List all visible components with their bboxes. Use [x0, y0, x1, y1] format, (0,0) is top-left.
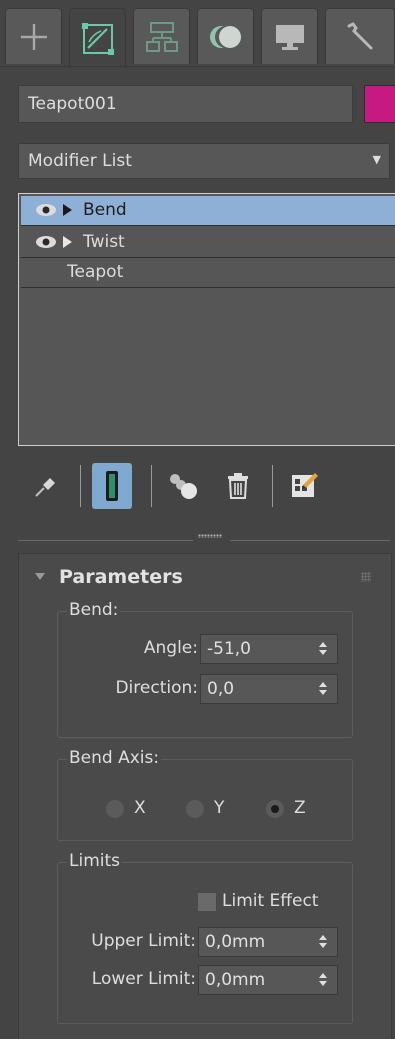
- direction-value: 0,0: [207, 679, 235, 699]
- angle-label: Angle:: [143, 638, 198, 658]
- configure-modifier-sets-button[interactable]: [284, 463, 324, 509]
- chevron-down-icon: ▼: [372, 153, 381, 166]
- bend-group: Bend: Angle: -51,0 Direction: 0,0: [57, 600, 353, 738]
- direction-label: Direction:: [115, 678, 198, 698]
- modify-icon: [81, 22, 114, 55]
- panel-divider-left: [18, 540, 193, 541]
- radio-z[interactable]: [266, 800, 284, 818]
- bend-group-label: Bend:: [67, 600, 121, 620]
- remove-modifier-button[interactable]: [218, 463, 258, 509]
- limits-label: Limits: [67, 851, 122, 871]
- pin-stack-button[interactable]: [28, 463, 64, 509]
- limit-effect-checkbox[interactable]: [198, 893, 216, 911]
- make-unique-icon: [170, 474, 197, 499]
- hierarchy-icon: [145, 21, 178, 52]
- toolbar-separator: [151, 465, 152, 507]
- direction-spinner[interactable]: 0,0: [200, 674, 338, 704]
- angle-value: -51,0: [207, 639, 251, 659]
- stack-item-teapot[interactable]: Teapot: [21, 258, 395, 288]
- lower-limit-spinner[interactable]: 0,0mm: [198, 965, 338, 995]
- radio-y[interactable]: [186, 800, 204, 818]
- angle-spinner[interactable]: -51,0: [200, 634, 338, 664]
- stack-item-label: Teapot: [67, 262, 124, 282]
- make-unique-button[interactable]: [163, 463, 203, 509]
- tab-bar-baseline: [0, 66, 395, 67]
- tab-motion[interactable]: [197, 8, 254, 64]
- bend-axis-label: Bend Axis:: [67, 748, 162, 768]
- radio-x-label[interactable]: X: [134, 798, 146, 818]
- modifier-list-dropdown[interactable]: Modifier List ▼: [18, 143, 390, 179]
- pin-stack-icon: [35, 478, 55, 497]
- radio-x[interactable]: [106, 800, 124, 818]
- upper-limit-spinner[interactable]: 0,0mm: [198, 927, 338, 957]
- object-name-field[interactable]: Teapot001: [18, 85, 353, 123]
- show-end-result-icon: [106, 471, 118, 501]
- panel-divider-right: [230, 540, 390, 541]
- show-end-result-button[interactable]: [92, 463, 132, 509]
- spinner-arrows-icon[interactable]: [319, 680, 327, 698]
- grip-icon[interactable]: [361, 572, 371, 582]
- tab-create[interactable]: [5, 8, 62, 64]
- wrench-icon: [347, 21, 373, 49]
- rollout-collapse-icon[interactable]: [35, 573, 45, 580]
- resize-grip[interactable]: [198, 534, 222, 538]
- expand-triangle-icon[interactable]: [63, 204, 72, 216]
- spinner-arrows-icon[interactable]: [319, 971, 327, 989]
- lower-limit-value: 0,0mm: [205, 970, 266, 990]
- stack-item-twist[interactable]: Twist: [21, 228, 395, 258]
- radio-z-label[interactable]: Z: [294, 798, 306, 818]
- tab-hierarchy[interactable]: [133, 8, 190, 64]
- eye-icon[interactable]: [35, 234, 57, 250]
- plus-icon: [20, 23, 47, 50]
- limits-group: Limits Limit Effect Upper Limit: 0,0mm L…: [57, 851, 353, 1024]
- modifier-stack[interactable]: Bend Twist Teapot: [18, 193, 395, 446]
- radio-y-label[interactable]: Y: [214, 798, 224, 818]
- modifier-list-label: Modifier List: [28, 151, 132, 171]
- stack-item-bend[interactable]: Bend: [21, 196, 395, 226]
- bend-axis-group: Bend Axis: X Y Z: [57, 748, 353, 841]
- stack-item-label: Bend: [83, 200, 127, 220]
- motion-icon: [209, 25, 241, 48]
- toolbar-separator: [80, 465, 81, 507]
- upper-limit-value: 0,0mm: [205, 932, 266, 952]
- tab-utilities[interactable]: [325, 8, 395, 64]
- upper-limit-label: Upper Limit:: [91, 931, 196, 951]
- toolbar-separator: [272, 465, 273, 507]
- stack-item-label: Twist: [83, 232, 125, 252]
- lower-limit-label: Lower Limit:: [91, 969, 196, 989]
- tab-modify[interactable]: [69, 8, 126, 68]
- parameters-rollout: Parameters Bend: Angle: -51,0 Direction:…: [18, 553, 392, 1039]
- tab-display[interactable]: [261, 8, 318, 64]
- display-icon: [275, 24, 304, 50]
- limit-effect-label[interactable]: Limit Effect: [222, 891, 318, 911]
- object-color-swatch[interactable]: [364, 85, 395, 123]
- spinner-arrows-icon[interactable]: [319, 933, 327, 951]
- eye-icon[interactable]: [35, 202, 57, 218]
- rollout-title[interactable]: Parameters: [59, 566, 183, 588]
- expand-triangle-icon[interactable]: [63, 236, 72, 248]
- remove-modifier-icon: [228, 473, 248, 499]
- spinner-arrows-icon[interactable]: [319, 640, 327, 658]
- configure-modifier-sets-icon: [292, 473, 318, 497]
